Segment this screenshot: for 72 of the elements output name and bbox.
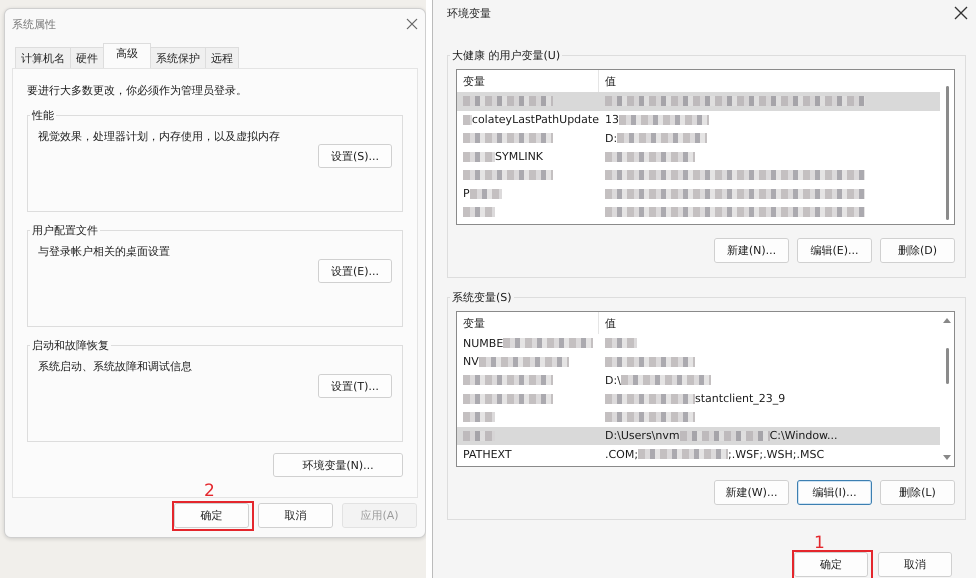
- annotation-number: 1: [814, 534, 825, 552]
- list-row[interactable]: stantclient_23_9: [457, 390, 940, 408]
- group-title: 系统变量(S): [451, 290, 513, 305]
- list-row[interactable]: D:: [457, 129, 940, 148]
- dialog-button[interactable]: 新建(N)...: [714, 238, 789, 263]
- group-description: 系统启动、系统故障和调试信息: [38, 359, 193, 374]
- window-title: 系统属性: [12, 16, 56, 32]
- variable-value: stantclient_23_9: [695, 392, 786, 406]
- blurred-text: [463, 207, 495, 218]
- blurred-text: [463, 430, 495, 441]
- variable-name: P: [463, 187, 470, 200]
- dialog-button[interactable]: 新建(W)...: [714, 480, 789, 505]
- group-description: 与登录帐户相关的桌面设置: [38, 244, 171, 259]
- group-title: 用户配置文件: [31, 223, 99, 238]
- dialog-button[interactable]: 删除(L): [880, 480, 955, 505]
- close-icon[interactable]: [406, 18, 418, 30]
- column-header[interactable]: 变量: [457, 312, 599, 334]
- scroll-up-icon[interactable]: [942, 316, 952, 324]
- tab[interactable]: 远程: [205, 47, 239, 68]
- list-row[interactable]: D:\Users\nvm C:\Window...: [457, 426, 940, 445]
- dialog-button[interactable]: 取消: [258, 503, 333, 528]
- list-row[interactable]: SYMLINK: [457, 148, 940, 166]
- close-icon[interactable]: [954, 6, 968, 20]
- scrollbar-thumb[interactable]: [946, 86, 948, 220]
- scrollbar-thumb[interactable]: [946, 348, 948, 384]
- dialog-button[interactable]: 确定: [794, 552, 868, 577]
- variable-value: D:\: [605, 374, 621, 387]
- tab[interactable]: 系统保护: [150, 47, 206, 68]
- variable-value: D:: [605, 132, 618, 145]
- list-row[interactable]: D:\: [457, 371, 940, 390]
- dialog-button[interactable]: 编辑(I)...: [797, 480, 872, 505]
- group-title: 性能: [30, 108, 55, 123]
- dialog-button[interactable]: 删除(D): [880, 238, 955, 263]
- column-header[interactable]: 值: [599, 74, 940, 88]
- list-row[interactable]: NUMBE: [457, 334, 940, 352]
- variable-name: colateyLastPathUpdate: [472, 113, 599, 126]
- list-row[interactable]: [457, 92, 940, 110]
- tab[interactable]: 计算机名: [15, 47, 71, 68]
- group-description: 视觉效果，处理器计划，内存使用，以及虚拟内存: [38, 129, 281, 144]
- settings-button[interactable]: 设置(S)...: [318, 144, 392, 168]
- variable-value: D:\Users\nvm: [605, 429, 680, 442]
- variable-value: .COM;: [605, 448, 638, 461]
- settings-button[interactable]: 设置(T)...: [318, 374, 392, 398]
- list-row[interactable]: PATHEXT .COM; ;.WSF;.WSH;.MSC: [457, 445, 940, 464]
- list-row[interactable]: P: [457, 184, 940, 203]
- dialog-button[interactable]: 确定: [174, 503, 249, 528]
- column-header[interactable]: 值: [599, 316, 940, 330]
- window-title: 环境变量: [447, 6, 491, 20]
- group-title: 启动和故障恢复: [31, 338, 110, 353]
- variable-name: NV: [463, 355, 479, 368]
- variable-value: C:\Window...: [770, 429, 838, 442]
- variable-name: NUMBE: [463, 336, 504, 350]
- environment-variables-button[interactable]: 环境变量(N)...: [273, 453, 403, 477]
- dialog-button[interactable]: 编辑(E)...: [797, 238, 872, 263]
- variable-value: 13: [605, 113, 619, 126]
- admin-notice: 要进行大多数更改，你必须作为管理员登录。: [27, 83, 248, 98]
- scroll-down-icon[interactable]: [942, 454, 952, 462]
- blurred-text: [463, 412, 495, 422]
- list-row[interactable]: colateyLastPathUpdate 13: [457, 110, 940, 129]
- blurred-text: [463, 114, 472, 125]
- blurred-text: [605, 338, 637, 348]
- variable-name: SYMLINK: [495, 150, 544, 164]
- blurred-text: [463, 152, 495, 162]
- tab[interactable]: 硬件: [70, 47, 104, 68]
- blurred-text: [470, 188, 502, 199]
- variable-name: PATHEXT: [463, 448, 512, 461]
- dialog-button[interactable]: 取消: [878, 552, 952, 577]
- group-title: 大健康 的用户变量(U): [451, 48, 562, 63]
- list-row[interactable]: NV: [457, 352, 940, 371]
- annotation-number: 2: [204, 482, 215, 500]
- settings-button[interactable]: 设置(E)...: [318, 259, 392, 283]
- variable-value: ;.WSF;.WSH;.MSC: [728, 448, 824, 461]
